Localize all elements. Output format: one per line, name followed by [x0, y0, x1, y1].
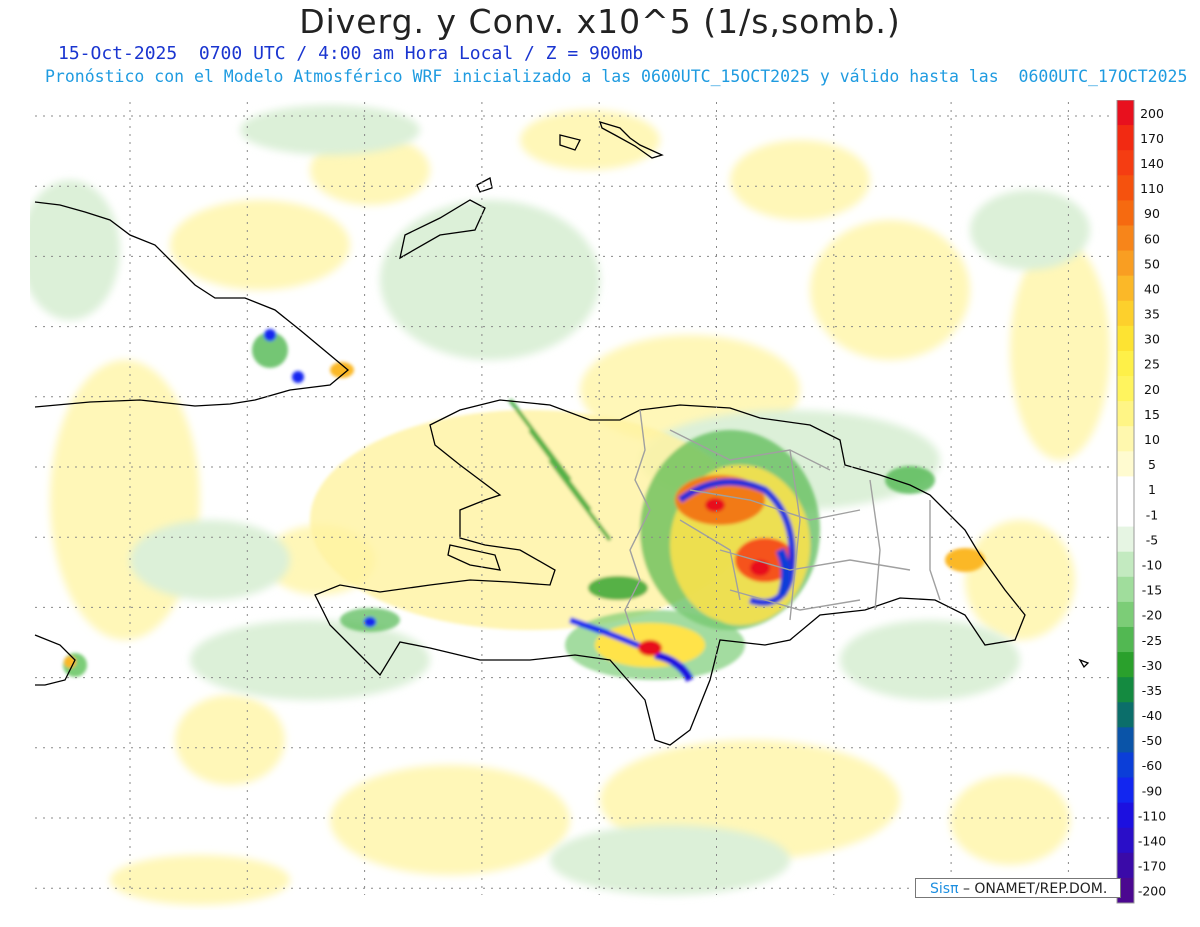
colorbar-label: 40 [1144, 281, 1160, 296]
colorbar: 200 170 140 110 90 60 50 40 35 30 25 20 15 10 5 1 -1 -5 -1… [1116, 100, 1166, 904]
map-title: Diverg. y Conv. x10^5 (1/s,somb.) [299, 2, 901, 41]
colorbar-swatch [1117, 852, 1134, 879]
lon-label: 74W [351, 909, 378, 910]
colorbar-swatch [1117, 827, 1134, 854]
colorbar-swatch [1117, 376, 1134, 402]
colorbar-label: -40 [1142, 708, 1162, 723]
colorbar-label: 20 [1144, 382, 1160, 397]
colorbar-swatch [1117, 752, 1134, 779]
colorbar-swatch [1117, 526, 1134, 553]
colorbar-swatch [1117, 250, 1134, 277]
colorbar-label: 35 [1144, 307, 1160, 322]
colorbar-label: -30 [1142, 658, 1162, 673]
colorbar-swatch [1117, 300, 1134, 327]
colorbar-swatch [1117, 150, 1134, 176]
colorbar-swatch [1117, 501, 1134, 528]
colorbar-label: -5 [1146, 532, 1158, 547]
colorbar-label: 25 [1144, 357, 1160, 372]
colorbar-swatch [1117, 626, 1134, 653]
colorbar-swatch [1117, 325, 1134, 352]
lon-label: 73W [468, 909, 495, 910]
lon-label: 70W [820, 909, 847, 910]
colorbar-swatch [1117, 175, 1134, 201]
lon-label: 75W [234, 909, 261, 910]
colorbar-swatch [1117, 677, 1134, 703]
colorbar-label: 60 [1144, 231, 1160, 246]
colorbar-label: 140 [1140, 156, 1164, 171]
colorbar-swatch [1117, 451, 1134, 477]
colorbar-swatch [1117, 601, 1134, 628]
colorbar-swatch [1117, 652, 1134, 678]
lon-label: 68W [1055, 909, 1082, 910]
forecast-time-subtitle: 15-Oct-2025 0700 UTC / 4:00 am Hora Loca… [58, 43, 644, 64]
lon-label: 76W [116, 909, 143, 910]
colorbar-swatch [1117, 727, 1134, 753]
colorbar-label: -1 [1146, 507, 1158, 522]
colorbar-label: -90 [1142, 783, 1162, 798]
lon-label: 69W [938, 909, 965, 910]
colorbar-label: -10 [1142, 557, 1162, 572]
colorbar-label: -35 [1142, 683, 1162, 698]
colorbar-label: 110 [1140, 181, 1164, 196]
colorbar-label: -20 [1142, 608, 1162, 623]
credit-box: Sisπ – ONAMET/REP.DOM. [915, 878, 1121, 898]
longitude-labels: 76W 75W 74W 73W 72W 71W 70W 69W 68W [116, 909, 1082, 910]
colorbar-label: -50 [1142, 733, 1162, 748]
colorbar-label: 200 [1140, 106, 1164, 121]
colorbar-label: -15 [1142, 583, 1162, 598]
colorbar-swatch [1117, 777, 1134, 804]
colorbar-swatch [1117, 576, 1134, 603]
colorbar-swatch [1117, 401, 1134, 427]
colorbar-swatch [1117, 275, 1134, 302]
colorbar-label: -170 [1138, 859, 1166, 874]
colorbar-swatch [1117, 802, 1134, 829]
colorbar-label: 5 [1148, 457, 1156, 472]
colorbar-label: -200 [1138, 884, 1166, 899]
colorbar-label: 30 [1144, 332, 1160, 347]
colorbar-swatch [1117, 702, 1134, 728]
colorbar-label: 15 [1144, 407, 1160, 422]
lon-label: 72W [586, 909, 613, 910]
colorbar-swatch [1117, 426, 1134, 452]
colorbar-label: 50 [1144, 256, 1160, 271]
colorbar-label: 1 [1148, 482, 1156, 497]
divergence-map: 22N1.5N21N0.5N20N9.5N19N8.5N18N7.5N17N6.… [30, 100, 1166, 910]
colorbar-label: -140 [1138, 834, 1166, 849]
colorbar-swatch [1117, 100, 1134, 126]
model-info-subtitle: Pronóstico con el Modelo Atmosférico WRF… [45, 67, 1188, 86]
colorbar-swatch [1117, 200, 1134, 226]
colorbar-label: 10 [1144, 432, 1160, 447]
colorbar-label: -25 [1142, 633, 1162, 648]
colorbar-label: 90 [1144, 206, 1160, 221]
colorbar-swatch [1117, 551, 1134, 578]
colorbar-label: -110 [1138, 808, 1166, 823]
credit-text: – ONAMET/REP.DOM. [958, 881, 1108, 897]
sispi-logo-text: Sisπ [930, 881, 959, 897]
colorbar-swatch [1117, 125, 1134, 151]
lon-label: 71W [703, 909, 730, 910]
colorbar-label: -60 [1142, 758, 1162, 773]
colorbar-label: 170 [1140, 131, 1164, 146]
colorbar-swatch [1117, 350, 1134, 377]
colorbar-swatch [1117, 225, 1134, 252]
colorbar-swatch [1117, 476, 1134, 502]
